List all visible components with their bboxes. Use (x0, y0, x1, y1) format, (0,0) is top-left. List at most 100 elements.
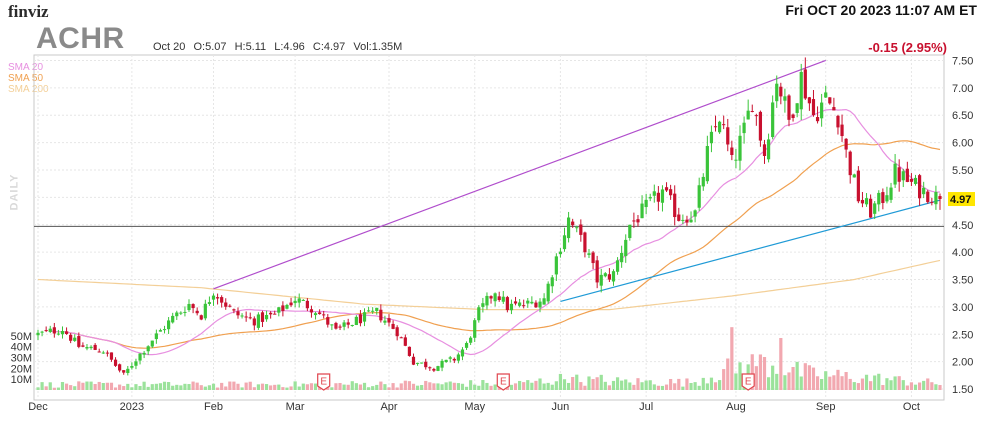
candle-body (673, 193, 677, 218)
date-tick-label: 2023 (120, 401, 144, 413)
candle-body (199, 315, 203, 320)
candle-body (799, 71, 803, 110)
volume-bar (244, 382, 248, 390)
volume-bar (158, 383, 163, 390)
volume-bar (664, 384, 669, 390)
candle-body (836, 115, 840, 128)
volume-bar (211, 383, 216, 390)
volume-bar (183, 383, 187, 390)
candle-body (832, 107, 836, 111)
volume-bar (869, 381, 873, 390)
candle-body (40, 331, 44, 333)
candle-body (595, 260, 599, 283)
candle-body (542, 298, 546, 305)
volume-bar (138, 386, 142, 390)
volume-bar (305, 384, 309, 390)
candle-body (411, 356, 416, 365)
candle-body (693, 210, 697, 217)
candle-body (636, 219, 640, 223)
candle-body (346, 322, 350, 325)
volume-bar (575, 374, 579, 390)
volume-bar (840, 376, 844, 390)
candle-body (840, 124, 844, 137)
volume-bar (889, 380, 893, 390)
candle-body (138, 353, 142, 361)
candle-body (244, 316, 248, 318)
volume-bar (877, 373, 881, 390)
candle-body (207, 302, 212, 304)
candle-body (766, 139, 771, 160)
price-chart[interactable]: 7.507.006.506.005.505.004.504.003.503.00… (0, 0, 991, 422)
volume-bar (599, 374, 603, 390)
candle-body (460, 349, 465, 357)
candle-body (179, 312, 183, 314)
candle-body (371, 310, 375, 312)
volume-bar (440, 384, 444, 390)
volume-bar (603, 381, 607, 390)
candle-body (293, 300, 297, 304)
candle-body (256, 314, 260, 328)
candle-body (754, 115, 758, 117)
volume-bar (677, 378, 681, 390)
candle-body (69, 334, 73, 341)
volume-bar (220, 382, 224, 390)
volume-bar (624, 379, 628, 390)
candle-body (522, 305, 526, 307)
volume-bar (436, 383, 440, 390)
candle-body (656, 192, 660, 202)
candle-body (615, 260, 620, 272)
candle-body (183, 311, 187, 313)
volume-bar (171, 385, 175, 390)
candle-body (220, 297, 224, 303)
candle-body (660, 189, 665, 203)
volume-bar (836, 369, 840, 390)
volume-bar (371, 386, 375, 390)
candle-body (391, 323, 395, 329)
price-tick-label: 2.50 (952, 329, 973, 341)
volume-bar (648, 380, 652, 390)
candles (36, 57, 942, 376)
volume-bar (795, 361, 799, 390)
volume-bar (550, 384, 554, 390)
volume-bar (754, 366, 758, 390)
candle-body (142, 352, 146, 355)
candle-body (897, 167, 901, 182)
volume-bar (179, 385, 183, 390)
candle-body (713, 126, 718, 128)
volume-bar (473, 384, 477, 390)
candle-body (224, 302, 228, 307)
date-tick-label: Oct (903, 401, 920, 413)
candle-body (52, 327, 56, 334)
candle-body (126, 368, 130, 373)
candle-body (571, 221, 575, 226)
volume-bar (477, 385, 481, 390)
candle-body (583, 232, 587, 253)
candle-body (134, 361, 138, 366)
volume-bar (52, 387, 56, 390)
candle-body (734, 159, 738, 161)
candle-body (664, 187, 669, 191)
volume-bar (538, 378, 542, 390)
volume-bar (644, 380, 648, 390)
volume-bar (534, 380, 538, 390)
candle-body (795, 103, 799, 113)
volume-bar (366, 387, 371, 390)
candle-body (787, 95, 791, 120)
candle-body (469, 337, 473, 343)
candle-body (399, 337, 403, 339)
date-tick-label: Aug (726, 401, 746, 413)
candle-body (44, 330, 48, 332)
candle-body (318, 312, 322, 315)
candle-body (56, 333, 61, 335)
volume-bar (554, 381, 558, 390)
volume-bar (89, 381, 93, 390)
volume-bar (452, 382, 456, 390)
volume-bar (571, 377, 575, 390)
date-tick-label: Feb (204, 401, 223, 413)
volume-bar (530, 382, 534, 390)
volume-bar (420, 385, 424, 390)
candle-body (191, 304, 195, 309)
volume-bar (713, 382, 718, 390)
volume-bar (301, 383, 305, 390)
volume-bar (901, 380, 905, 390)
